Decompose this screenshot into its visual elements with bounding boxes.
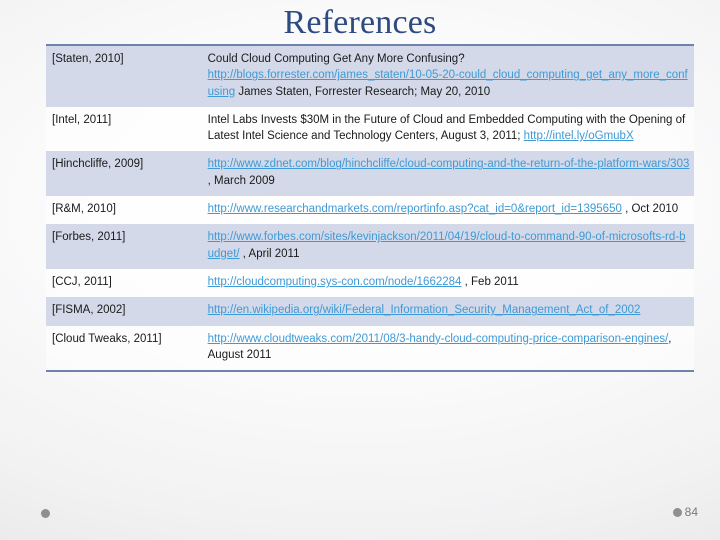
footer-page-indicator: 84 (672, 505, 698, 519)
reference-link[interactable]: http://www.zdnet.com/blog/hinchcliffe/cl… (208, 158, 690, 170)
reference-text: James Staten, Forrester Research; May 20… (235, 85, 491, 98)
table-row: [Cloud Tweaks, 2011] http://www.cloudtwea… (46, 325, 694, 372)
reference-key: [FISMA, 2002] (46, 297, 202, 326)
reference-value: Intel Labs Invests $30M in the Future of… (201, 106, 694, 152)
footer-bullet-icon (672, 507, 682, 517)
reference-text: Could Cloud Computing Get Any More Confu… (207, 53, 465, 65)
reference-key: [CCJ, 2011] (46, 268, 202, 298)
table-row: [R&M, 2010] http://www.researchandmarkets… (46, 196, 694, 225)
references-table-body: [Staten, 2010] Could Cloud Computing Get … (46, 45, 694, 372)
reference-text: , March 2009 (207, 174, 275, 187)
reference-link[interactable]: http://intel.ly/oGmubX (524, 130, 634, 142)
footer-left-bullet-icon (41, 509, 50, 518)
reference-key: [Staten, 2010] (46, 45, 202, 107)
table-row: [Staten, 2010] Could Cloud Computing Get … (46, 45, 694, 107)
reference-value: http://www.researchandmarkets.com/report… (201, 196, 694, 225)
page-title: References (283, 4, 437, 41)
table-row: [Hinchcliffe, 2009] http://www.zdnet.com/… (46, 151, 694, 197)
reference-key: [Forbes, 2011] (46, 224, 202, 269)
table-row: [CCJ, 2011] http://cloudcomputing.sys-con… (46, 268, 694, 298)
reference-text: , Oct 2010 (621, 203, 679, 216)
reference-value: http://www.forbes.com/sites/kevinjackson… (201, 224, 694, 269)
reference-link[interactable]: http://www.researchandmarkets.com/report… (208, 203, 622, 215)
reference-link[interactable]: http://en.wikipedia.org/wiki/Federal_Inf… (208, 304, 641, 316)
reference-text: , April 2011 (239, 247, 300, 260)
reference-link[interactable]: http://cloudcomputing.sys-con.com/node/1… (208, 276, 462, 288)
reference-text: , Feb 2011 (461, 275, 519, 288)
reference-key: [Intel, 2011] (46, 106, 202, 152)
reference-key: [R&M, 2010] (46, 196, 202, 225)
reference-value: Could Cloud Computing Get Any More Confu… (201, 45, 694, 107)
slide-canvas: References [Staten, 2010] Could Cloud Com… (0, 0, 720, 540)
reference-value: http://www.zdnet.com/blog/hinchcliffe/cl… (201, 151, 694, 197)
reference-value: http://www.cloudtweaks.com/2011/08/3-han… (201, 325, 694, 372)
reference-key: [Cloud Tweaks, 2011] (46, 325, 202, 372)
reference-value: http://cloudcomputing.sys-con.com/node/1… (201, 268, 694, 298)
table-row: [Intel, 2011] Intel Labs Invests $30M in … (46, 106, 694, 152)
page-number: 84 (684, 505, 698, 519)
table-row: [FISMA, 2002] http://en.wikipedia.org/wik… (46, 297, 694, 326)
reference-link[interactable]: http://www.cloudtweaks.com/2011/08/3-han… (208, 333, 669, 345)
references-table: [Staten, 2010] Could Cloud Computing Get … (46, 44, 694, 373)
table-row: [Forbes, 2011] http://www.forbes.com/site… (46, 224, 694, 269)
reference-key: [Hinchcliffe, 2009] (46, 151, 202, 197)
reference-value: http://en.wikipedia.org/wiki/Federal_Inf… (201, 297, 694, 326)
